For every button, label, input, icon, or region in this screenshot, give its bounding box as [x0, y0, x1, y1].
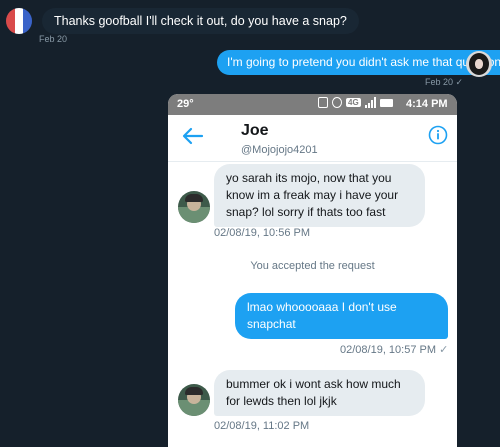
incoming-timestamp: Feb 20 [39, 34, 68, 44]
avatar-stripe [6, 8, 15, 34]
message-time: 02/08/19, 10:57 PM [340, 344, 437, 356]
message-bubble-in: yo sarah its mojo, now that you know im … [214, 164, 425, 227]
avatar-shape [185, 387, 203, 395]
outgoing-time: Feb 20 [425, 77, 454, 87]
avatar-stripe [15, 8, 23, 34]
network-type: 4G [346, 98, 361, 107]
message-timestamp: 02/08/19, 10:57 PM ✓ [340, 343, 448, 356]
phone-status-bar: 29° 4G 4:14 PM [168, 94, 457, 115]
read-check-icon: ✓ [455, 77, 464, 87]
avatar-shape [185, 194, 203, 202]
contact-avatar[interactable] [178, 191, 210, 223]
contact-name: Joe [241, 122, 269, 139]
outgoing-message: I'm going to pretend you didn't ask me t… [217, 50, 500, 75]
message-timestamp: 02/08/19, 10:56 PM [214, 227, 311, 239]
avatar-face [475, 59, 483, 69]
alarm-icon [332, 97, 342, 108]
read-check-icon: ✓ [439, 344, 449, 356]
message-bubble-out: lmao whooooaaa I don't use snapchat [235, 293, 448, 339]
incoming-message: Thanks goofball I'll check it out, do yo… [42, 8, 359, 34]
vibrate-icon [318, 97, 328, 108]
status-time: 4:14 PM [406, 98, 448, 110]
temperature: 29° [177, 98, 194, 110]
signal-icon [364, 97, 376, 108]
message-bubble-in: bummer ok i wont ask how much for lewds … [214, 370, 425, 416]
outgoing-timestamp: Feb 20 ✓ [425, 77, 463, 88]
status-icons: 4G [318, 97, 393, 108]
contact-avatar[interactable] [178, 384, 210, 416]
contact-handle: @Mojojojo4201 [241, 144, 318, 156]
info-icon[interactable] [428, 125, 448, 145]
own-avatar[interactable] [466, 51, 492, 77]
battery-icon [379, 98, 393, 107]
back-arrow-icon[interactable] [182, 127, 204, 145]
avatar-stripe [23, 8, 32, 34]
request-accepted-notice: You accepted the request [250, 260, 375, 272]
sender-avatar[interactable] [6, 8, 32, 34]
shared-screenshot[interactable]: 29° 4G 4:14 PM Joe @Mojojojo4201 yo sara… [168, 94, 457, 447]
conversation-header: Joe @Mojojojo4201 [168, 115, 457, 162]
message-timestamp: 02/08/19, 11:02 PM [214, 420, 310, 432]
